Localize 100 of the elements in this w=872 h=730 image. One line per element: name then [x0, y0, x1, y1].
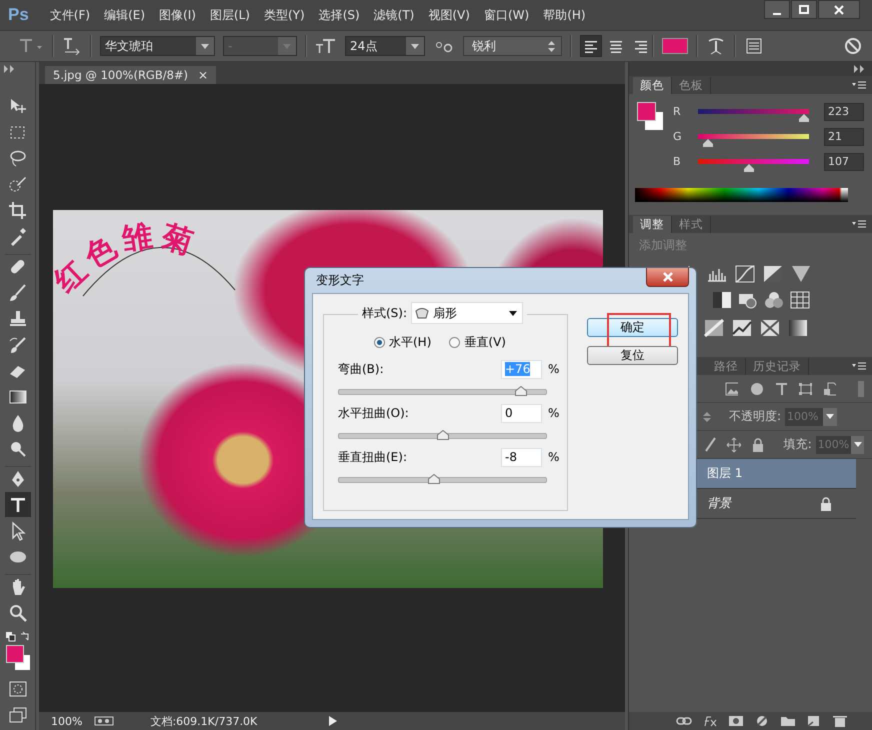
slider-thumb[interactable] — [428, 474, 440, 484]
transform-filter-icon[interactable] — [798, 382, 812, 396]
color-chips[interactable] — [637, 102, 665, 132]
menu-item[interactable]: 滤镜(T) — [366, 6, 422, 24]
fill-dropdown-button[interactable] — [851, 436, 864, 454]
panel-tab[interactable]: 样式 — [672, 216, 711, 233]
menu-item[interactable]: 编辑(E) — [97, 6, 152, 24]
text-orientation-icon[interactable] — [62, 37, 82, 55]
half-circle-icon[interactable] — [754, 715, 770, 727]
collapse-icon[interactable] — [4, 65, 16, 73]
caret-icon — [509, 311, 518, 316]
folder-icon[interactable] — [780, 715, 796, 727]
channel-value-field[interactable]: 21 — [824, 128, 864, 146]
panel-menu-icon[interactable] — [852, 81, 866, 89]
hourglass-square-icon[interactable] — [760, 319, 780, 337]
gradient-square-icon[interactable] — [788, 319, 808, 337]
document-tab[interactable]: 5.jpg @ 100%(RGB/8#) × — [45, 66, 216, 84]
type-tool-icon[interactable] — [18, 37, 44, 55]
dialog-button[interactable]: 复位 — [587, 346, 678, 365]
font-size-icon — [315, 37, 337, 55]
grid-icon[interactable] — [790, 291, 810, 309]
up-down-arrows-icon — [548, 41, 555, 52]
opacity-dropdown-button[interactable] — [823, 408, 838, 426]
cancel-icon[interactable] — [844, 37, 862, 55]
three-circles-icon[interactable] — [764, 291, 784, 309]
close-button[interactable] — [646, 268, 689, 287]
move-lock-icon[interactable] — [726, 436, 741, 452]
channel-value-field[interactable]: 107 — [824, 152, 864, 170]
quick-mask-icon[interactable] — [8, 681, 26, 697]
text-color-swatch[interactable] — [662, 38, 688, 54]
type-tool[interactable] — [4, 492, 30, 517]
collapse-icon[interactable] — [854, 65, 866, 73]
type-filter-icon[interactable] — [774, 382, 788, 396]
parameter-slider[interactable] — [338, 477, 547, 483]
minimize-button[interactable] — [764, 0, 790, 19]
percent-unit: % — [548, 362, 560, 376]
swap-colors-icon[interactable] — [4, 631, 30, 643]
minimize-icon — [773, 12, 781, 14]
new-layer-icon[interactable] — [806, 715, 822, 727]
brush-lock-icon[interactable] — [703, 436, 716, 452]
menu-item[interactable]: 类型(Y) — [256, 6, 312, 24]
orientation-radio[interactable]: 水平(H) — [374, 334, 432, 351]
trash-icon[interactable] — [832, 715, 848, 727]
parameter-slider[interactable] — [338, 433, 547, 439]
panel-tab[interactable]: 路径 — [707, 358, 746, 375]
panel-tab[interactable]: 历史记录 — [746, 358, 809, 375]
status-menu-icon[interactable] — [329, 716, 338, 726]
panel-tab[interactable]: 调整 — [633, 216, 672, 233]
panel-toggle-icon[interactable] — [744, 36, 764, 56]
channel-label: G — [673, 130, 683, 143]
mask-icon[interactable] — [728, 715, 744, 727]
close-button[interactable] — [818, 0, 860, 19]
panel-tab[interactable]: 色板 — [672, 77, 711, 94]
parameter-field[interactable]: 0 — [501, 404, 542, 422]
triangle-gradient-icon[interactable] — [791, 265, 811, 283]
document-size: 文档:609.1K/737.0K — [150, 714, 258, 728]
screen-mode-icon[interactable] — [8, 707, 26, 723]
color-spectrum-bar[interactable] — [635, 188, 848, 202]
font-size-dropdown[interactable]: 24点 — [345, 36, 425, 56]
camera-filter-icon[interactable] — [738, 291, 758, 309]
menu-item[interactable]: 图像(I) — [152, 6, 203, 24]
parameter-slider[interactable] — [338, 389, 547, 395]
font-family-dropdown[interactable]: 华文琥珀 — [100, 36, 215, 56]
tab-close-button[interactable]: × — [198, 68, 208, 82]
close-icon — [662, 272, 674, 282]
half-square-icon[interactable] — [712, 291, 732, 309]
filter-toggle[interactable] — [858, 380, 864, 396]
orientation-radio[interactable]: 垂直(V) — [449, 334, 506, 351]
slider-thumb[interactable] — [436, 430, 448, 440]
link-icon[interactable] — [676, 715, 692, 727]
document-filter-icon[interactable] — [822, 382, 836, 396]
image-filter-icon[interactable] — [725, 382, 738, 396]
blend-mode-arrows-icon[interactable] — [703, 410, 713, 422]
menu-item[interactable]: 文件(F) — [42, 6, 98, 24]
preview-icon — [94, 716, 114, 726]
parameter-field[interactable]: -8 — [501, 448, 542, 466]
lock-icon[interactable] — [750, 436, 764, 452]
slider-thumb[interactable] — [515, 386, 528, 396]
panel-menu-icon[interactable] — [852, 362, 866, 370]
anti-alias-dropdown[interactable]: 锐利 — [463, 36, 562, 56]
style-dropdown[interactable]: 扇形 — [411, 302, 524, 324]
menu-item[interactable]: 图层(L) — [202, 6, 257, 24]
foreground-background-colors[interactable] — [4, 645, 32, 671]
diagonal-gradient-icon[interactable] — [704, 319, 724, 337]
align-left-button[interactable] — [580, 35, 602, 57]
channel-value-field[interactable]: 223 — [824, 102, 864, 120]
menu-item[interactable]: 窗口(W) — [476, 6, 536, 24]
circle-filter-icon[interactable] — [749, 382, 763, 396]
panel-menu-icon[interactable] — [852, 220, 866, 228]
menu-item[interactable]: 视图(V) — [421, 6, 477, 24]
menu-item[interactable]: 帮助(H) — [536, 6, 593, 24]
panel-tab[interactable]: 颜色 — [633, 77, 672, 94]
maximize-button[interactable] — [791, 0, 817, 19]
warp-text-icon[interactable] — [706, 36, 726, 56]
zigzag-icon[interactable] — [732, 319, 752, 337]
effects-icon[interactable] — [702, 715, 718, 727]
menu-item[interactable]: 选择(S) — [312, 6, 367, 24]
close-icon — [833, 4, 845, 14]
dialog-button[interactable]: 确定 — [587, 318, 678, 337]
curve-grid-icon[interactable] — [735, 265, 755, 283]
